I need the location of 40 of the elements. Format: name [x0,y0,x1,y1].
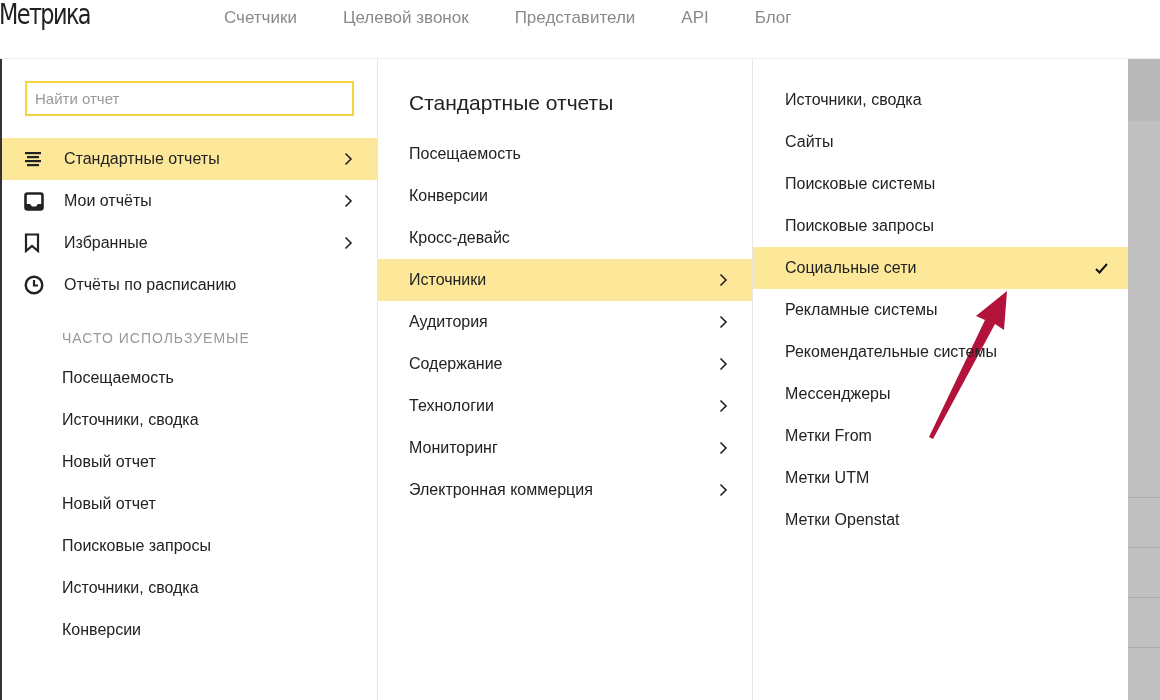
category-item[interactable]: Технологии [378,385,752,427]
report-item[interactable]: Метки From [753,415,1128,457]
report-link[interactable]: Конверсии [62,618,142,642]
category-item[interactable]: Электронная коммерция [378,469,752,511]
category-item[interactable]: Аудитория [378,301,752,343]
category-item[interactable]: Посещаемость [378,133,752,175]
sidebar-item[interactable]: Избранные [2,222,377,264]
report-item[interactable]: Метки Openstat [753,499,1128,541]
category-item[interactable]: Мониторинг [378,427,752,469]
search-field[interactable]: Найти отчет [25,81,354,116]
bookmark-icon [24,233,40,253]
nav-link[interactable]: Целевой звонок [342,5,469,31]
panel-title: Стандартные отчеты [409,90,615,116]
report-link[interactable]: Новый отчет [62,492,156,516]
report-item[interactable]: Мессенджеры [753,373,1128,415]
sidebar-item[interactable]: Мои отчёты [2,180,377,222]
report-link[interactable]: Поисковые запросы [62,534,211,558]
sidebar-item[interactable]: Стандартные отчеты [2,138,377,180]
checkmark-icon [1095,262,1108,274]
report-link[interactable]: Источники, сводка [62,576,199,600]
report-item[interactable]: Источники, сводка [753,79,1128,121]
tray-icon [24,191,44,211]
report-item[interactable]: Рекламные системы [753,289,1128,331]
sidebar-item[interactable]: Отчёты по расписанию [2,264,377,306]
section-heading: ЧАСТО ИСПОЛЬЗУЕМЫЕ [62,329,251,348]
clock-icon [24,275,44,295]
category-item[interactable]: Конверсии [378,175,752,217]
report-item[interactable]: Метки UTM [753,457,1128,499]
report-link[interactable]: Источники, сводка [62,408,199,432]
report-item[interactable]: Поисковые запросы [753,205,1128,247]
category-item[interactable]: Кросс-девайс [378,217,752,259]
list-icon [24,151,42,167]
report-item[interactable]: Сайты [753,121,1128,163]
category-item[interactable]: Источники [378,259,752,301]
report-link[interactable]: Новый отчет [62,450,156,474]
report-item[interactable]: Поисковые системы [753,163,1128,205]
report-link[interactable]: Посещаемость [62,366,174,390]
logo[interactable]: Метрика [0,0,179,31]
category-item[interactable]: Содержание [378,343,752,385]
report-item[interactable]: Социальные сети [753,247,1128,289]
